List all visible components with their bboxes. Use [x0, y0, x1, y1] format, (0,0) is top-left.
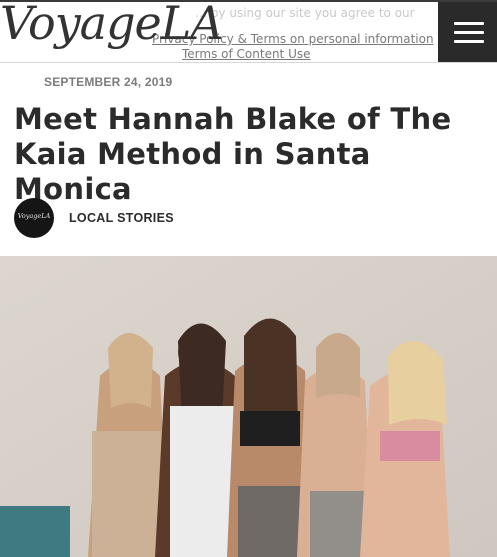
menu-bar [454, 40, 484, 43]
article-date: SEPTEMBER 24, 2019 [44, 75, 173, 89]
site-logo[interactable]: VoyageLA [0, 0, 224, 50]
menu-button[interactable] [438, 2, 497, 62]
author-avatar[interactable]: VoyageLA [14, 198, 54, 238]
logo-voyage: Voyage [0, 0, 162, 50]
menu-bar [454, 22, 484, 25]
avatar-logo-text: VoyageLA [17, 212, 51, 220]
menu-bar [454, 31, 484, 34]
cookie-notice-text: … by using our site you agree to our [195, 6, 415, 20]
site-header: … by using our site you agree to our Pri… [0, 0, 497, 63]
article-title: Meet Hannah Blake of The Kaia Method in … [14, 102, 452, 206]
category-link[interactable]: LOCAL STORIES [69, 211, 174, 225]
logo-la: LA [160, 0, 224, 50]
hero-image [0, 256, 497, 557]
